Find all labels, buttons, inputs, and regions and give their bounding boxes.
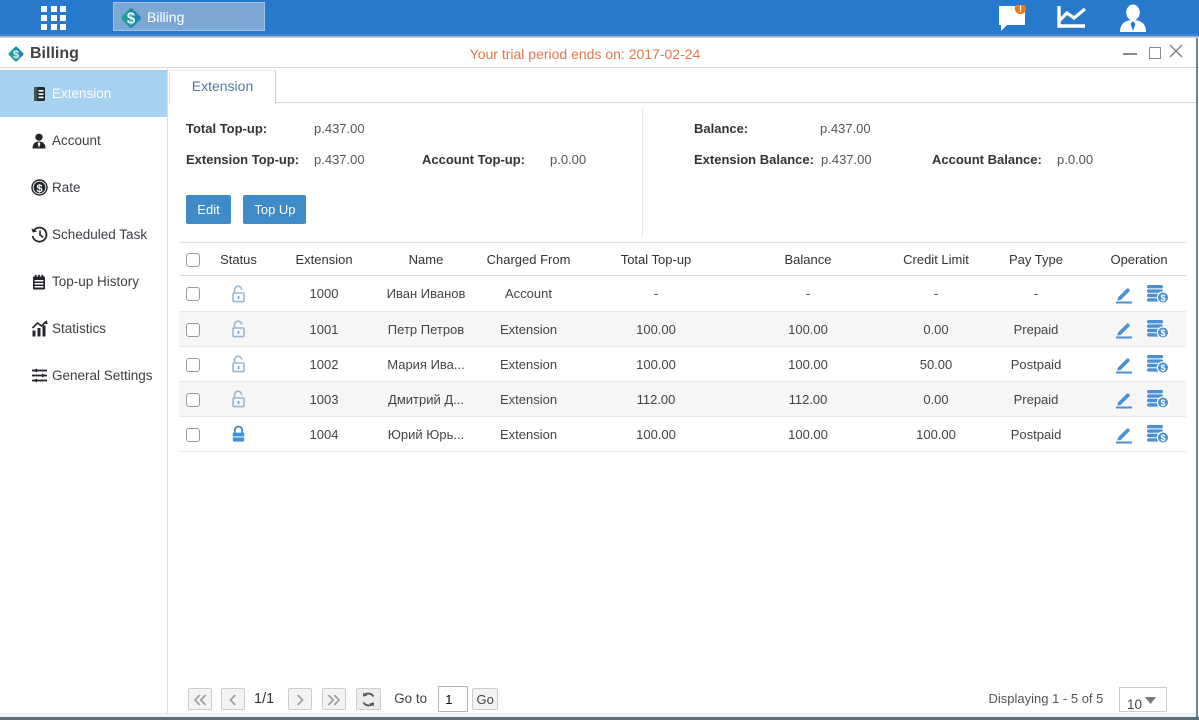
svg-text:$: $ [1160,292,1165,302]
svg-text:$: $ [127,10,136,27]
svg-text:$: $ [1160,433,1165,443]
svg-text:$: $ [1160,398,1165,408]
svg-text:$: $ [1160,363,1165,373]
svg-text:$: $ [36,183,42,195]
svg-text:$: $ [1160,328,1165,338]
svg-text:!: ! [1019,5,1022,14]
